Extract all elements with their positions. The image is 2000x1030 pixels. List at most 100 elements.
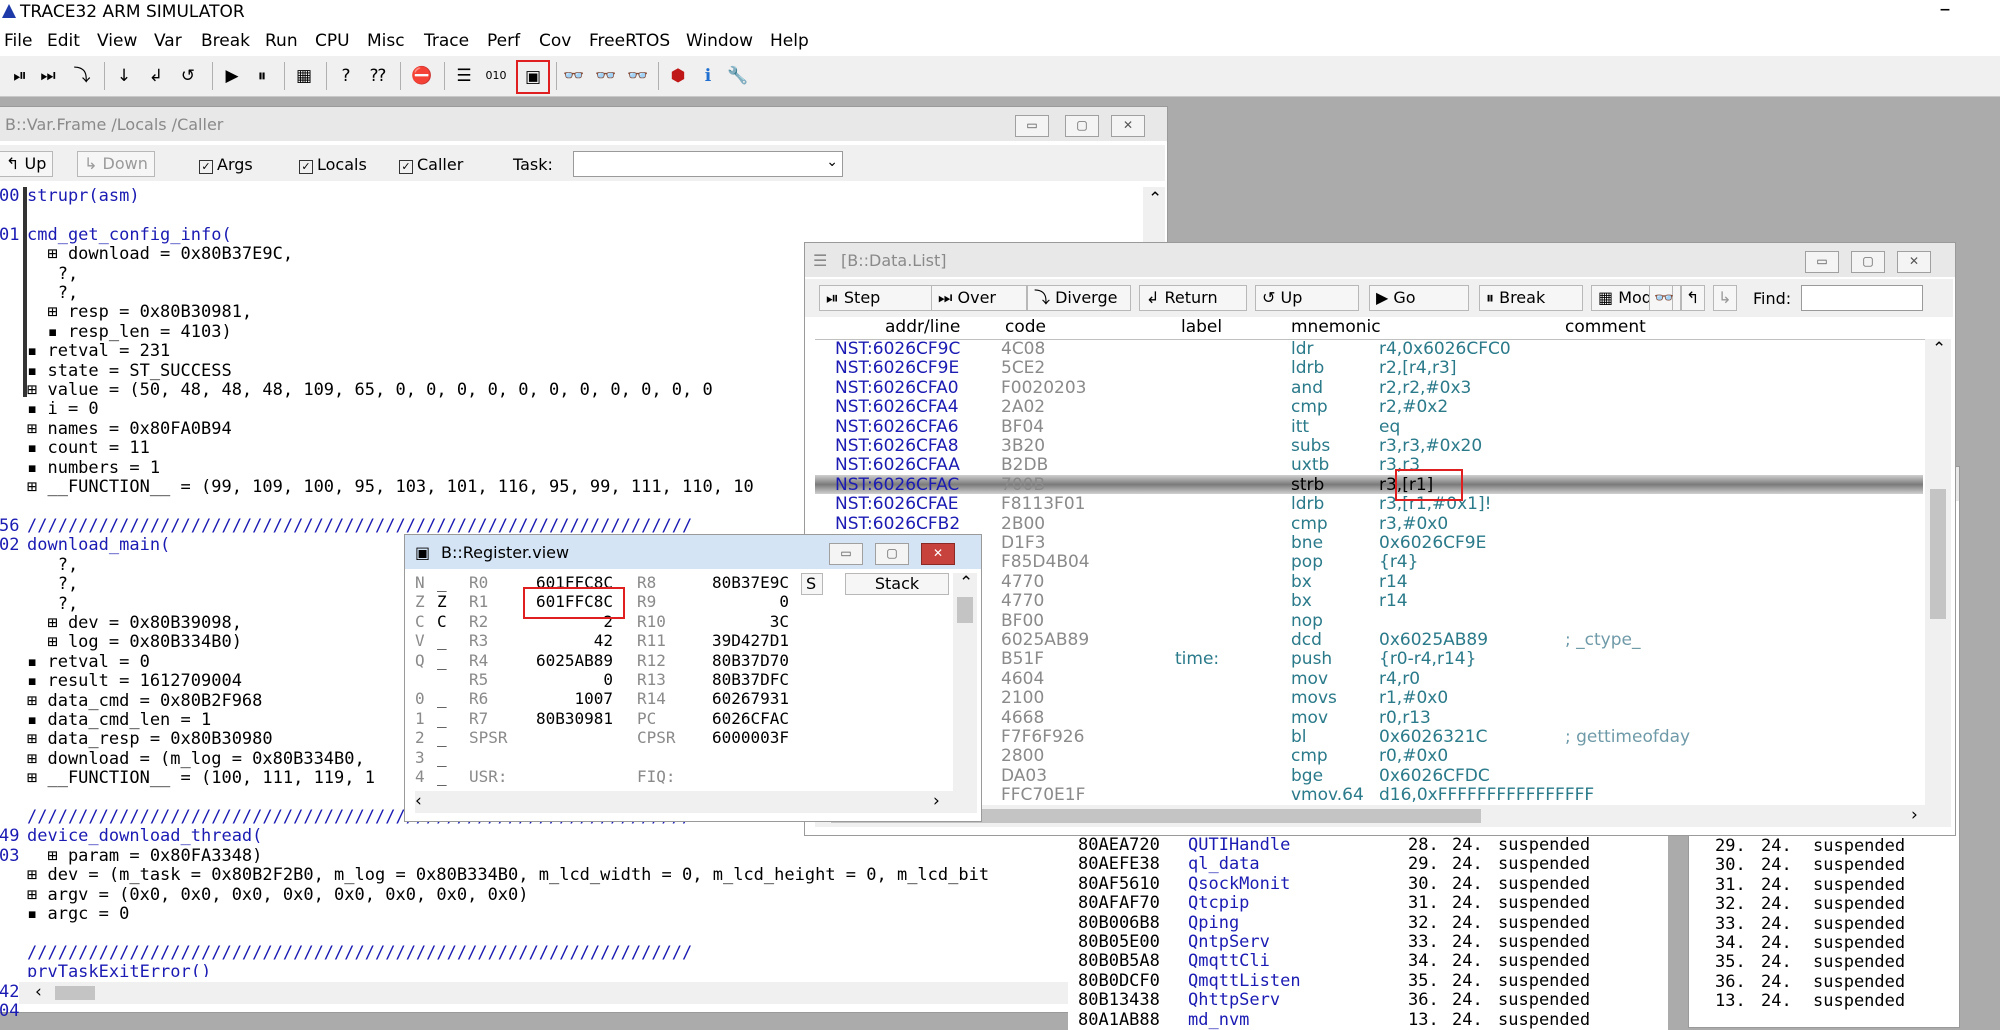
menu-window[interactable]: Window [686,31,753,51]
flag-value[interactable]: _ [437,709,447,728]
step-button[interactable]: ⏯ Step [819,285,933,311]
col-addr[interactable]: addr/line [885,317,960,337]
go-button[interactable]: ▶ Go [1369,285,1469,311]
menu-edit[interactable]: Edit [47,31,80,51]
flag-value[interactable]: _ [437,651,447,670]
register-vscroll[interactable]: ⌃ [953,573,977,791]
table-row[interactable]: NST:6026CFA6 BF04 itt eq [815,417,1923,437]
menu-var[interactable]: Var [154,31,182,51]
frame-function[interactable]: strupr(asm) [27,187,1137,206]
variable-line[interactable] [27,206,1137,225]
up-caller-icon[interactable]: ↰ [1681,285,1705,311]
step-over-icon[interactable]: ⏭ [36,64,60,88]
scroll-left-icon[interactable]: ‹ [415,791,422,811]
register-value[interactable]: 6000003F [685,728,789,747]
close-button[interactable]: ✕ [921,543,955,565]
data-list-hscroll[interactable]: ‹› [815,805,1951,827]
flag-value[interactable]: Z [437,592,447,611]
register-value[interactable]: 80B30981 [525,709,613,728]
scroll-right-icon[interactable]: › [933,791,940,811]
flag-value[interactable]: C [437,612,447,631]
var-frame-hscroll[interactable]: ‹ [19,982,1165,1004]
register-value[interactable]: 39D427D1 [685,631,789,650]
register-grid[interactable]: N _ R0 601FFC8C R8 80B37E9C Z Z R1 601FFC8C R9 0 C C R… [415,573,951,793]
register-value[interactable]: 3C [685,612,789,631]
wrench-icon[interactable]: 🔧 [726,64,750,88]
table-row[interactable]: NST:6026CFB2 2B00 cmp r3,#0x0 [815,514,1923,534]
register-value[interactable]: 42 [525,631,613,650]
down-arrow-icon[interactable]: ↓ [112,64,136,88]
col-mnemonic[interactable]: mnemonic [1291,317,1381,337]
variable-line[interactable]: ▪ argc = 0 [27,904,1137,924]
register-value[interactable]: 6026CFAC [685,709,789,728]
scroll-up-icon[interactable]: ⌃ [1148,189,1162,209]
glasses-icon[interactable]: 👓 [562,64,586,88]
table-row[interactable]: NST:6026CFAC 700B strb r3,[r1] [815,474,1923,495]
glasses-icon[interactable]: 👓 [1649,285,1674,311]
frame-function[interactable]: prvTaskExitError() [27,962,1137,977]
menu-cpu[interactable]: CPU [315,31,350,51]
list-icon[interactable]: ☰ [452,64,476,88]
menu-help[interactable]: Help [770,31,809,51]
table-row[interactable]: NST:6026CF9E 5CE2 ldrb r2,[r4,r3] [815,358,1923,378]
register-value[interactable]: 60267931 [685,689,789,708]
go-icon[interactable]: ▶ [220,64,244,88]
return-button[interactable]: ↲ Return [1139,285,1247,311]
flag-value[interactable]: _ [437,748,447,767]
menu-file[interactable]: File [4,31,32,51]
minimize-button[interactable]: ▭ [829,543,863,565]
maximize-button[interactable]: ▢ [1065,115,1099,137]
register-value[interactable]: 0 [525,670,613,689]
flag-value[interactable]: _ [437,573,447,592]
locals-checkbox[interactable]: ✓ Locals [299,155,367,174]
menu-cov[interactable]: Cov [539,31,571,51]
flag-value[interactable]: _ [437,767,447,786]
register-value[interactable]: 0 [685,592,789,611]
flag-value[interactable]: _ [437,689,447,708]
glasses-3-icon[interactable]: 👓 [626,64,650,88]
data-list-vscroll[interactable]: ⌃ [1925,339,1951,805]
break-icon[interactable]: ⏸ [250,64,274,88]
up-button[interactable]: ↺ Up [1255,285,1359,311]
find-input[interactable] [1801,285,1923,311]
cube-icon[interactable]: ⬢ [666,64,690,88]
flag-value[interactable]: _ [437,631,447,650]
minimize-button[interactable]: ▭ [1015,115,1049,137]
binary-icon[interactable]: 010 [484,64,508,88]
stop-icon[interactable]: ⛔ [410,64,434,88]
table-row[interactable]: NST:6026CFAE F8113F01 ldrb r3,[r1,#0x1]! [815,494,1923,514]
return-icon[interactable]: ↲ [144,64,168,88]
up-caller-icon[interactable]: ↺ [176,64,200,88]
minimize-button[interactable]: ▭ [1805,251,1839,273]
menu-run[interactable]: Run [265,31,298,51]
register-hscroll[interactable]: ‹ › [415,791,977,813]
caller-checkbox[interactable]: ✓ Caller [399,155,463,174]
table-row[interactable]: NST:6026CFA0 F0020203 and r2,r2,#0x3 [815,378,1923,398]
help-icon[interactable]: ? [334,64,358,88]
menu-freertos[interactable]: FreeRTOS [589,31,670,51]
diverge-icon[interactable]: ⤵ [70,64,94,88]
s-button[interactable]: S [801,573,823,595]
close-button[interactable]: ✕ [1111,115,1145,137]
close-button[interactable]: ✕ [1897,251,1931,273]
variable-line[interactable]: ⊞ dev = (m_task = 0x80B2F2B0, m_log = 0x… [27,865,1137,885]
scroll-right-icon[interactable]: › [1911,805,1918,825]
task-select[interactable]: ⌄ [573,151,843,177]
maximize-button[interactable]: ▢ [1851,251,1885,273]
glasses-2-icon[interactable]: 👓 [594,64,618,88]
context-help-icon[interactable]: ⁇ [366,64,390,88]
args-checkbox[interactable]: ✓ Args [199,155,253,174]
col-code[interactable]: code [1005,317,1046,337]
break-button[interactable]: ⏸ Break [1479,285,1583,311]
variable-line[interactable] [27,924,1137,943]
step-icon[interactable]: ⏯ [8,64,32,88]
register-value[interactable]: 80B37DFC [685,670,789,689]
flag-value[interactable]: _ [437,728,447,747]
stack-button[interactable]: Stack [845,573,949,595]
scroll-up-icon[interactable]: ⌃ [1932,339,1946,359]
diverge-button[interactable]: ⤵ Diverge [1027,285,1131,311]
menu-perf[interactable]: Perf [487,31,520,51]
minimize-button[interactable]: – [1930,0,1960,24]
scroll-up-icon[interactable]: ⌃ [959,573,973,593]
variable-line[interactable]: ⊞ argv = (0x0, 0x0, 0x0, 0x0, 0x0, 0x0, … [27,885,1137,905]
